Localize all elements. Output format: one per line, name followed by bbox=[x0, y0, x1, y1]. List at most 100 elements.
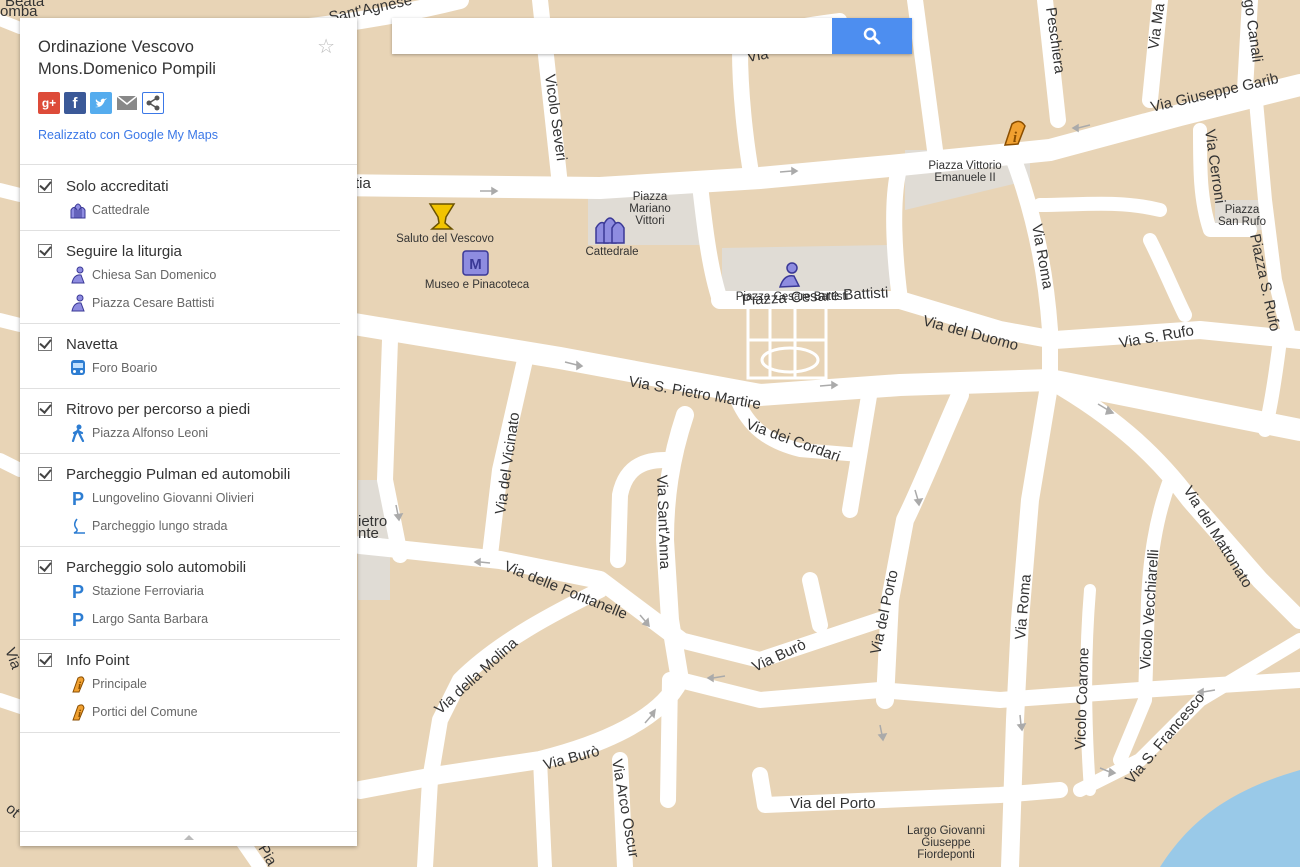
layer-group: Parcheggio solo automobili P Stazione Ferr… bbox=[20, 547, 340, 640]
place-label: Fiordeponti bbox=[917, 849, 975, 861]
layer-group: Navetta Foro Boario bbox=[20, 324, 340, 389]
layer-item-label: Principale bbox=[92, 677, 147, 691]
walking-person-icon bbox=[68, 423, 88, 443]
layer-checkbox[interactable] bbox=[38, 337, 52, 351]
place-label: Emanuele II bbox=[934, 172, 995, 184]
made-with-link[interactable]: Realizzato con Google My Maps bbox=[38, 128, 339, 142]
place-label: Vittori bbox=[635, 215, 664, 227]
layer-group: Seguire la liturgia Chiesa San Domenico Pi… bbox=[20, 231, 340, 324]
layer-checkbox[interactable] bbox=[38, 179, 52, 193]
layer-list: Solo accreditati Cattedrale Seguire la lit… bbox=[20, 166, 340, 733]
layer-header[interactable]: Parcheggio Pulman ed automobili bbox=[20, 464, 340, 484]
layer-name: Info Point bbox=[66, 651, 130, 669]
bus-icon bbox=[68, 358, 88, 378]
layer-item[interactable]: Cattedrale bbox=[20, 196, 340, 224]
layer-checkbox[interactable] bbox=[38, 467, 52, 481]
layer-item[interactable]: P Largo Santa Barbara bbox=[20, 605, 340, 633]
person-kneeling-icon bbox=[68, 293, 88, 313]
layer-header[interactable]: Navetta bbox=[20, 334, 340, 354]
parking-icon: P bbox=[68, 581, 88, 601]
layer-group: Parcheggio Pulman ed automobili P Lungovel… bbox=[20, 454, 340, 547]
marker-label: Saluto del Vescovo bbox=[396, 233, 494, 245]
layer-name: Navetta bbox=[66, 335, 118, 353]
layer-header[interactable]: Info Point bbox=[20, 650, 340, 670]
layer-header[interactable]: Solo accreditati bbox=[20, 176, 340, 196]
google-plus-icon[interactable]: g+ bbox=[38, 92, 60, 114]
search-input[interactable] bbox=[392, 18, 832, 54]
street-label: Via Sant'Anna bbox=[653, 475, 673, 571]
marker-label: Museo e Pinacoteca bbox=[425, 279, 530, 291]
info-icon: i bbox=[68, 702, 88, 722]
star-icon[interactable]: ☆ bbox=[317, 34, 335, 59]
layer-item-label: Lungovelino Giovanni Olivieri bbox=[92, 491, 254, 505]
panel-footer bbox=[20, 831, 357, 846]
marker-label: Piazza Cesare Battisti bbox=[736, 291, 849, 303]
place-label: Piazza bbox=[633, 191, 668, 203]
email-icon[interactable] bbox=[116, 92, 138, 114]
marker-label: Cattedrale bbox=[585, 246, 638, 258]
layer-checkbox[interactable] bbox=[38, 402, 52, 416]
map-title: Ordinazione Vescovo Mons.Domenico Pompil… bbox=[38, 38, 216, 78]
layer-name: Solo accreditati bbox=[66, 177, 169, 195]
twitter-icon[interactable] bbox=[90, 92, 112, 114]
place-label: San Rufo bbox=[1218, 216, 1266, 228]
layer-item-label: Largo Santa Barbara bbox=[92, 612, 209, 626]
facebook-icon[interactable]: f bbox=[64, 92, 86, 114]
cathedral-icon bbox=[68, 200, 88, 220]
layer-item[interactable]: Chiesa San Domenico bbox=[20, 261, 340, 289]
layer-checkbox[interactable] bbox=[38, 653, 52, 667]
share-icon[interactable] bbox=[142, 92, 164, 114]
search-button[interactable] bbox=[832, 18, 912, 54]
layer-group: Info Point i Principale i Portici del Comune bbox=[20, 640, 340, 733]
layer-item-label: Chiesa San Domenico bbox=[92, 268, 217, 282]
layer-item[interactable]: P Stazione Ferroviaria bbox=[20, 577, 340, 605]
layer-name: Parcheggio solo automobili bbox=[66, 558, 247, 576]
parking-icon: P bbox=[68, 609, 88, 629]
layer-item-label: Piazza Cesare Battisti bbox=[92, 296, 215, 310]
place-label: Piazza bbox=[1225, 204, 1260, 216]
layer-item[interactable]: P Lungovelino Giovanni Olivieri bbox=[20, 484, 340, 512]
layer-group: Solo accreditati Cattedrale bbox=[20, 166, 340, 231]
place-label: Mariano bbox=[629, 203, 671, 215]
street-label: nte bbox=[358, 525, 379, 542]
layer-item-label: Piazza Alfonso Leoni bbox=[92, 426, 209, 440]
street-label: tia bbox=[355, 175, 372, 192]
layer-item[interactable]: i Principale bbox=[20, 670, 340, 698]
layer-item-label: Foro Boario bbox=[92, 361, 158, 375]
place-label: Largo Giovanni bbox=[907, 825, 985, 837]
layer-header[interactable]: Ritrovo per percorso a piedi bbox=[20, 399, 340, 419]
place-label: Piazza Vittorio bbox=[928, 160, 1001, 172]
layer-header[interactable]: Parcheggio solo automobili bbox=[20, 557, 340, 577]
share-buttons: g+ f bbox=[38, 92, 339, 114]
info-icon: i bbox=[68, 674, 88, 694]
chevron-up-icon[interactable] bbox=[182, 832, 196, 842]
parking-icon: P bbox=[68, 488, 88, 508]
layer-name: Seguire la liturgia bbox=[66, 242, 182, 260]
layer-item-label: Stazione Ferroviaria bbox=[92, 584, 204, 598]
search-bar bbox=[392, 18, 912, 54]
layer-group: Ritrovo per percorso a piedi Piazza Alfon… bbox=[20, 389, 340, 454]
street-label: Vicolo Coarone bbox=[1072, 647, 1093, 750]
layer-item[interactable]: Parcheggio lungo strada bbox=[20, 512, 340, 540]
layer-item[interactable]: Foro Boario bbox=[20, 354, 340, 382]
layer-item[interactable]: Piazza Cesare Battisti bbox=[20, 289, 340, 317]
street-label: Via del Porto bbox=[790, 795, 876, 812]
svg-text:P: P bbox=[72, 489, 84, 507]
search-icon bbox=[863, 27, 881, 45]
layer-item-label: Portici del Comune bbox=[92, 705, 198, 719]
museum-icon: M bbox=[462, 250, 489, 276]
svg-text:P: P bbox=[72, 582, 84, 600]
layer-name: Parcheggio Pulman ed automobili bbox=[66, 465, 291, 483]
panel-header: Ordinazione Vescovo Mons.Domenico Pompil… bbox=[20, 18, 357, 165]
svg-text:M: M bbox=[469, 256, 482, 273]
layer-header[interactable]: Seguire la liturgia bbox=[20, 241, 340, 261]
layer-item[interactable]: i Portici del Comune bbox=[20, 698, 340, 726]
legend-panel: Ordinazione Vescovo Mons.Domenico Pompil… bbox=[20, 18, 357, 846]
layer-item[interactable]: Piazza Alfonso Leoni bbox=[20, 419, 340, 447]
line-icon bbox=[68, 516, 88, 536]
layer-name: Ritrovo per percorso a piedi bbox=[66, 400, 251, 418]
layer-checkbox[interactable] bbox=[38, 560, 52, 574]
place-label: Giuseppe bbox=[921, 837, 970, 849]
layer-item-label: Parcheggio lungo strada bbox=[92, 519, 228, 533]
layer-checkbox[interactable] bbox=[38, 244, 52, 258]
